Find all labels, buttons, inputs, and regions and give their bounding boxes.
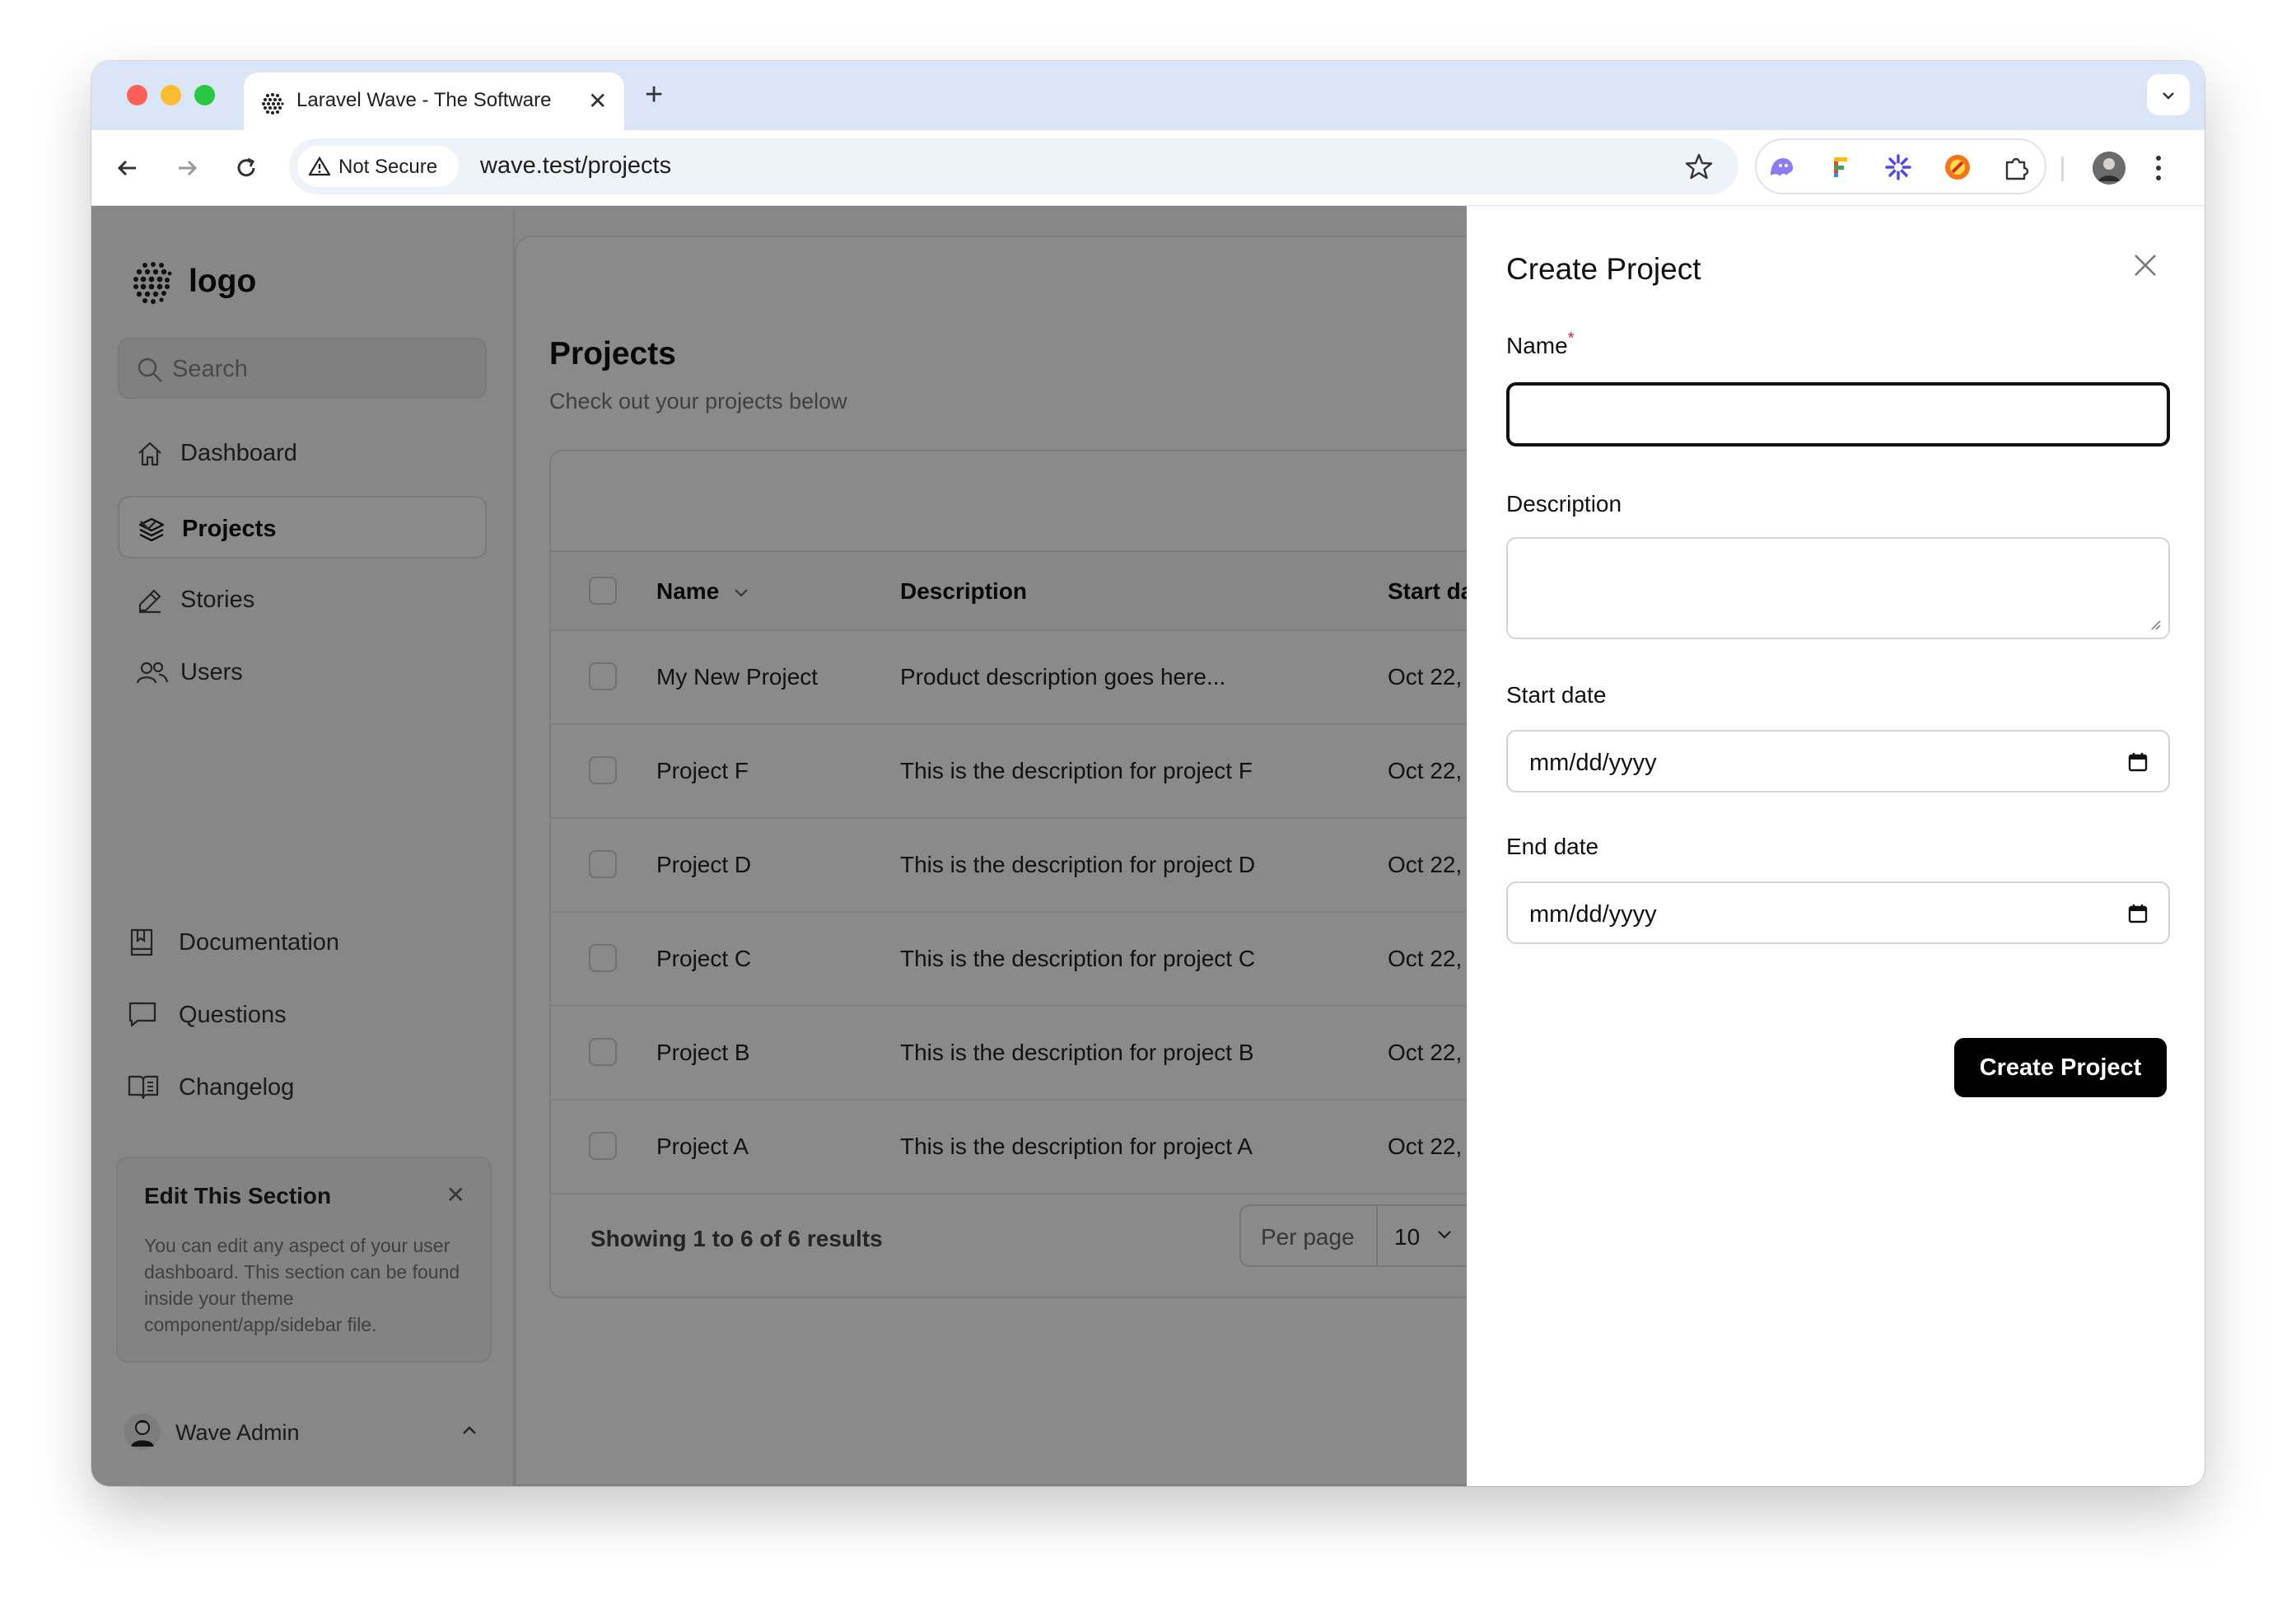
start-date-field-label: Start date: [1506, 682, 1607, 708]
f-extension-icon[interactable]: [1826, 152, 1855, 182]
required-marker: *: [1567, 330, 1575, 348]
back-arrow-icon[interactable]: [111, 152, 144, 185]
chevron-down-icon: [2163, 92, 2174, 100]
tab-title: Laravel Wave - The Software: [296, 89, 552, 111]
end-date-input[interactable]: mm/dd/yyyy: [1506, 881, 2170, 944]
new-tab-button[interactable]: +: [645, 79, 663, 110]
start-date-placeholder: mm/dd/yyyy: [1529, 750, 1657, 776]
more-vertical-icon[interactable]: [2154, 153, 2163, 183]
modal-backdrop[interactable]: [91, 206, 1467, 1486]
browser-window: Laravel Wave - The Software ✕ + Not Secu…: [91, 61, 2205, 1486]
panel-title: Create Project: [1506, 252, 1701, 286]
calendar-icon[interactable]: [2127, 751, 2149, 773]
description-textarea[interactable]: [1506, 537, 2170, 639]
tab-bar: Laravel Wave - The Software ✕ +: [91, 61, 2205, 130]
description-field-label: Description: [1506, 491, 1622, 517]
puzzle-extension-icon[interactable]: [2002, 152, 2032, 182]
name-field-label: Name*: [1506, 330, 1575, 359]
reload-icon[interactable]: [230, 152, 263, 185]
ghost-extension-icon[interactable]: [1766, 152, 1796, 182]
tab-active[interactable]: Laravel Wave - The Software ✕: [244, 72, 624, 130]
forward-arrow-icon[interactable]: [170, 152, 203, 185]
app-content: logo Search Dashboard Projects Stories U…: [91, 206, 2205, 1486]
name-input[interactable]: [1506, 382, 2170, 446]
warning-icon: [309, 157, 330, 176]
person-icon: [2093, 152, 2126, 185]
resize-handle-icon[interactable]: [2149, 618, 2162, 631]
browser-toolbar: Not Secure wave.test/projects: [91, 130, 2205, 206]
tab-search-button[interactable]: [2147, 74, 2190, 115]
extensions-group: [1755, 138, 2046, 194]
close-icon[interactable]: [2132, 252, 2158, 278]
end-date-placeholder: mm/dd/yyyy: [1529, 901, 1657, 928]
close-window-button[interactable]: [127, 85, 147, 105]
toolbar-divider: [2061, 157, 2064, 181]
create-project-panel: Create Project Name* Description Start d…: [1467, 206, 2205, 1486]
address-bar[interactable]: Not Secure wave.test/projects: [289, 138, 1738, 194]
create-project-button[interactable]: Create Project: [1954, 1038, 2167, 1097]
end-date-field-label: End date: [1506, 834, 1599, 859]
name-label-text: Name: [1506, 333, 1568, 358]
gauge-extension-icon[interactable]: [1943, 152, 1972, 182]
calendar-icon[interactable]: [2127, 903, 2149, 924]
start-date-input[interactable]: mm/dd/yyyy: [1506, 730, 2170, 792]
url-text[interactable]: wave.test/projects: [480, 152, 671, 180]
wave-favicon-icon: [262, 93, 284, 115]
minimize-window-button[interactable]: [161, 85, 181, 105]
profile-avatar[interactable]: [2093, 152, 2126, 185]
zoom-window-button[interactable]: [194, 85, 215, 105]
bookmark-star-icon[interactable]: [1684, 152, 1714, 181]
security-badge[interactable]: Not Secure: [297, 146, 459, 187]
security-label: Not Secure: [338, 156, 438, 178]
tab-close-icon[interactable]: ✕: [588, 87, 607, 115]
asterisk-extension-icon[interactable]: [1883, 152, 1913, 182]
